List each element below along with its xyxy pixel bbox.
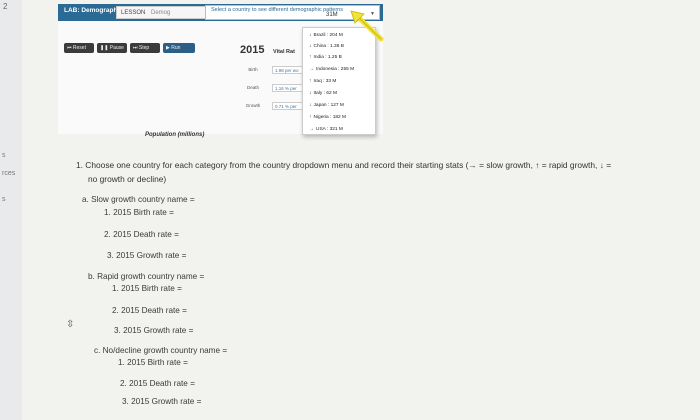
reset-button[interactable]: ⏮ Reset	[64, 43, 94, 53]
step-button[interactable]: ⏭ Step	[130, 43, 160, 53]
stat-label: Birth	[248, 67, 258, 72]
country-select-placeholder: Select a country to see different demogr…	[211, 7, 343, 13]
vital-rates-label: Vital Rat	[273, 49, 295, 55]
sidebar-fragment: s	[2, 196, 6, 203]
lesson-label: LESSON	[121, 10, 146, 16]
question-text-cont: no growth or decline)	[88, 174, 167, 184]
dropdown-option[interactable]: ↓ Brazil : 204 M	[309, 32, 343, 38]
country-select-value: 31M	[326, 12, 338, 18]
dropdown-option[interactable]: ↑ Nigeria : 182 M	[309, 114, 346, 120]
country-dropdown-menu: ↓ Brazil : 204 M ↓ China : 1.36 B ↑ India :…	[302, 27, 376, 135]
control-buttons: ⏮ Reset ❚❚ Pause ⏭ Step ▶ Run	[64, 43, 195, 53]
slow-country-name-prompt: a. Slow growth country name =	[82, 195, 195, 204]
left-sidebar-strip: 2 s rces s	[0, 0, 22, 420]
decline-birth-rate-prompt: 1. 2015 Birth rate =	[118, 358, 188, 367]
decline-death-rate-prompt: 2. 2015 Death rate =	[120, 379, 195, 388]
dropdown-option[interactable]: ↓ Japan : 127 M	[309, 102, 344, 108]
rapid-growth-rate-prompt: 3. 2015 Growth rate =	[114, 326, 194, 335]
population-label: Population (millions)	[145, 132, 205, 138]
dropdown-option[interactable]: ↑ Iraq : 33 M	[309, 78, 336, 84]
dropdown-option[interactable]: → USA : 321 M	[309, 126, 343, 132]
question-text: 1. Choose one country for each category …	[76, 160, 612, 170]
slow-death-rate-prompt: 2. 2015 Death rate =	[104, 230, 179, 239]
decline-growth-rate-prompt: 3. 2015 Growth rate =	[122, 397, 202, 406]
dropdown-option[interactable]: → Indonesia : 255 M	[309, 66, 354, 72]
run-button[interactable]: ▶ Run	[163, 43, 195, 53]
slow-growth-rate-prompt: 3. 2015 Growth rate =	[107, 251, 187, 260]
lesson-value: Demog	[151, 10, 171, 16]
stat-label: Growth	[245, 103, 261, 108]
pointer-arrow-icon	[350, 10, 384, 42]
decline-country-name-prompt: c. No/decline growth country name =	[94, 346, 228, 355]
rapid-country-name-prompt: b. Rapid growth country name =	[88, 272, 205, 281]
demographics-lab-app: LAB: Demographics LESSON Demog Select a …	[58, 4, 383, 135]
page-number: 2	[3, 2, 8, 11]
app-header-bar: LAB: Demographics LESSON Demog Select a …	[58, 4, 383, 21]
stat-label: Death	[246, 85, 259, 90]
dropdown-option[interactable]: ↓ China : 1.36 B	[309, 43, 344, 49]
sidebar-fragment: s	[2, 152, 6, 159]
dropdown-option[interactable]: ↑ India : 1.25 B	[309, 54, 342, 60]
sidebar-fragment: rces	[2, 170, 16, 177]
mouse-cursor-icon: ⇳	[66, 319, 75, 330]
slow-birth-rate-prompt: 1. 2015 Birth rate =	[104, 208, 174, 217]
lesson-tab[interactable]: LESSON Demog	[116, 6, 206, 19]
dropdown-option[interactable]: ↓ Italy : 62 M	[309, 90, 337, 96]
pause-button[interactable]: ❚❚ Pause	[97, 43, 127, 53]
year-display: 2015	[240, 44, 265, 56]
rapid-birth-rate-prompt: 1. 2015 Birth rate =	[112, 284, 182, 293]
rapid-death-rate-prompt: 2. 2015 Death rate =	[112, 306, 187, 315]
